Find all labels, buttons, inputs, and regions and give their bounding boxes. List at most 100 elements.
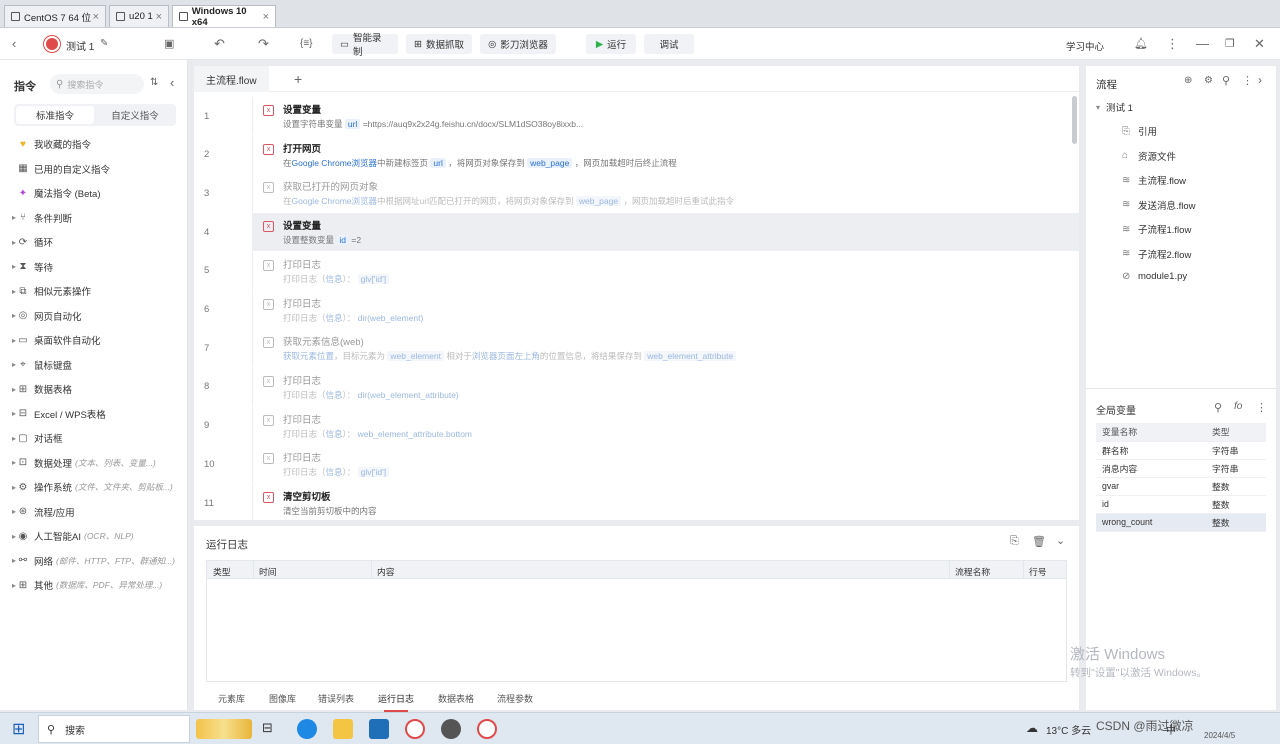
bell-icon[interactable]: 🔔︎ <box>1134 37 1148 51</box>
weather-text[interactable]: 13°C 多云 <box>1046 722 1091 737</box>
option-link[interactable]: 信息 <box>326 390 343 400</box>
option-link[interactable]: 信息 <box>326 429 343 439</box>
step-body[interactable]: x 打印日志 打印日志（信息）： glv['id'] <box>252 251 1079 290</box>
step-body[interactable]: x 获取已打开的网页对象 在Google Chrome浏览器中根据网址url匹配已打… <box>252 174 1079 213</box>
flow-step[interactable]: 11 x 清空剪切板 清空当前剪切板中的内容 <box>194 484 1079 522</box>
caret-icon[interactable]: ▸ <box>0 556 16 565</box>
variable-chip[interactable]: web_page <box>575 196 622 207</box>
new-flow-icon[interactable]: ⊕ <box>1184 75 1192 86</box>
restore-icon[interactable]: ❐ <box>1225 37 1235 51</box>
option-link[interactable]: dir(web_element_attribute) <box>358 390 459 400</box>
widget-banner[interactable] <box>196 719 252 739</box>
nav-item[interactable]: ✦ 魔法指令 (Beta) <box>0 183 188 203</box>
variable-chip[interactable]: url <box>344 119 361 129</box>
step-body[interactable]: x 打印日志 打印日志（信息）： dir(web_element) <box>252 290 1079 329</box>
caret-icon[interactable]: ▸ <box>0 213 16 222</box>
tree-item[interactable]: ⊘ module1.py <box>1122 271 1187 282</box>
nav-item[interactable]: ▸ ▭ 桌面软件自动化 <box>0 330 188 350</box>
step-body[interactable]: x 获取元素信息(web) 获取元素位置，目标元素为 web_element 相对于… <box>252 329 1079 368</box>
app-logo-icon[interactable] <box>405 719 425 739</box>
tree-item[interactable]: ≋ 主流程.flow <box>1122 173 1186 188</box>
tab-custom[interactable]: 自定义指令 <box>96 106 174 124</box>
minimize-icon[interactable]: — <box>1196 37 1209 51</box>
tab-standard[interactable]: 标准指令 <box>16 106 94 124</box>
caret-icon[interactable]: ▸ <box>0 532 16 541</box>
run-button[interactable]: ▶ 运行 <box>586 34 636 54</box>
vm-tab-centos[interactable]: CentOS 7 64 位 × <box>4 5 106 27</box>
step-body[interactable]: x 清空剪切板 清空当前剪切板中的内容 <box>252 484 1079 522</box>
chevron-down-icon[interactable]: ⌄ <box>1056 534 1065 547</box>
nav-item[interactable]: ▸ ⧗ 等待 <box>0 257 188 277</box>
collapse-icon[interactable]: ‹ <box>170 75 174 90</box>
nav-item[interactable]: ▸ ⌖ 鼠标键盘 <box>0 355 188 375</box>
tree-item[interactable]: ⎘ 引用 <box>1122 124 1157 139</box>
caret-icon[interactable]: ▸ <box>0 507 16 516</box>
trash-icon[interactable]: 🗑︎ <box>1032 535 1046 548</box>
caret-icon[interactable]: ▸ <box>0 287 16 296</box>
variable-chip[interactable]: glv['id'] <box>357 273 390 284</box>
back-icon[interactable]: ‹ <box>12 37 16 51</box>
vertical-scrollbar[interactable] <box>1072 96 1077 144</box>
tree-item[interactable]: ≋ 子流程2.flow <box>1122 247 1191 261</box>
caret-icon[interactable]: ▸ <box>0 581 16 590</box>
flow-step[interactable]: 7 x 获取元素信息(web) 获取元素位置，目标元素为 web_element 相对… <box>194 329 1079 368</box>
edit-icon[interactable]: ✎ <box>100 37 108 51</box>
mail-icon[interactable] <box>369 719 389 739</box>
nav-item[interactable]: ▸ ⊞ 其他 (数据库、PDF、异常处理...) <box>0 575 188 595</box>
caret-icon[interactable]: ▸ <box>0 311 16 320</box>
var-row[interactable]: 消息内容 字符串 <box>1096 459 1266 478</box>
tree-item[interactable]: ⌂ 资源文件 <box>1122 149 1176 163</box>
caret-icon[interactable]: ▸ <box>0 458 16 467</box>
nav-item[interactable]: ▸ ⧉ 相似元素操作 <box>0 281 188 301</box>
option-link[interactable]: 信息 <box>326 313 343 323</box>
variable-chip[interactable]: glv['id'] <box>357 467 390 478</box>
vm-tab-u20[interactable]: u20 1 × <box>109 5 169 27</box>
variable-chip[interactable]: url <box>430 157 446 168</box>
step-body[interactable]: x 打印日志 打印日志（信息）： web_element_attribute.bot… <box>252 406 1079 445</box>
bottom-tab[interactable]: 运行日志 <box>378 692 414 705</box>
caret-icon[interactable]: ▸ <box>0 360 16 369</box>
variable-chip[interactable]: id <box>336 235 349 246</box>
task-view-icon[interactable]: ⊟ <box>262 720 273 736</box>
taskbar-search[interactable]: ⚲ 搜索 <box>38 715 190 743</box>
close-icon[interactable]: × <box>93 11 99 23</box>
bottom-tab[interactable]: 元素库 <box>218 692 245 705</box>
nav-item[interactable]: ▸ ⊛ 流程/应用 <box>0 502 188 522</box>
var-row[interactable]: id 整数 <box>1096 495 1266 514</box>
more-icon[interactable]: ⋮ <box>1242 74 1253 87</box>
settings-icon[interactable]: ⚙ <box>1204 75 1213 86</box>
vm-tab-windows[interactable]: Windows 10 x64 × <box>172 5 276 28</box>
data-capture-button[interactable]: ⊞ 数据抓取 <box>406 34 472 54</box>
nav-item[interactable]: ▸ ⊞ 数据表格 <box>0 379 188 399</box>
flow-step[interactable]: 5 x 打印日志 打印日志（信息）： glv['id'] <box>194 251 1079 290</box>
tree-item[interactable]: ≋ 子流程1.flow <box>1122 222 1191 237</box>
option-link[interactable]: web_element_attribute.bottom <box>358 429 472 439</box>
caret-icon[interactable]: ▸ <box>0 385 16 394</box>
search-icon[interactable]: ⚲ <box>1222 74 1230 87</box>
variable-chip[interactable]: web_element_attribute <box>644 351 737 362</box>
caret-icon[interactable]: ▸ <box>0 262 16 271</box>
tab-main-flow[interactable]: 主流程.flow <box>194 66 269 92</box>
nav-item[interactable]: ▸ ▢ 对话框 <box>0 428 188 448</box>
variable-chip[interactable]: web_page <box>527 157 573 168</box>
save-icon[interactable]: ▣ <box>164 37 174 51</box>
bottom-tab[interactable]: 数据表格 <box>438 692 474 705</box>
nav-item[interactable]: ▸ ◎ 网页自动化 <box>0 306 188 326</box>
step-body[interactable]: x 设置变量 设置字符串变量 url =https://auq9x2x24g.fei… <box>252 97 1079 135</box>
flow-step[interactable]: 2 x 打开网页 在Google Chrome浏览器中新建标签页 url ，将网页对象… <box>194 135 1079 174</box>
bottom-tab[interactable]: 流程参数 <box>497 692 533 705</box>
option-link[interactable]: 信息 <box>326 467 343 477</box>
redo-icon[interactable]: ↷ <box>258 37 269 51</box>
caret-icon[interactable]: ▸ <box>0 434 16 443</box>
nav-item[interactable]: ▸ ⚙ 操作系统 (文件、文件夹、剪贴板...) <box>0 477 188 497</box>
folder-icon[interactable] <box>333 719 353 739</box>
close-icon[interactable]: × <box>156 11 162 23</box>
function-icon[interactable]: fo <box>1234 401 1242 412</box>
caret-icon[interactable]: ▸ <box>0 409 16 418</box>
more-icon[interactable]: ⋮ <box>1166 37 1179 51</box>
step-body[interactable]: x 打印日志 打印日志（信息）： glv['id'] <box>252 445 1079 484</box>
nav-item[interactable]: ▸ ⊟ Excel / WPS表格 <box>0 404 188 424</box>
more-icon[interactable]: ⋮ <box>1256 401 1267 414</box>
option-link[interactable]: dir(web_element) <box>358 313 424 323</box>
flow-step[interactable]: 6 x 打印日志 打印日志（信息）： dir(web_element) <box>194 290 1079 329</box>
